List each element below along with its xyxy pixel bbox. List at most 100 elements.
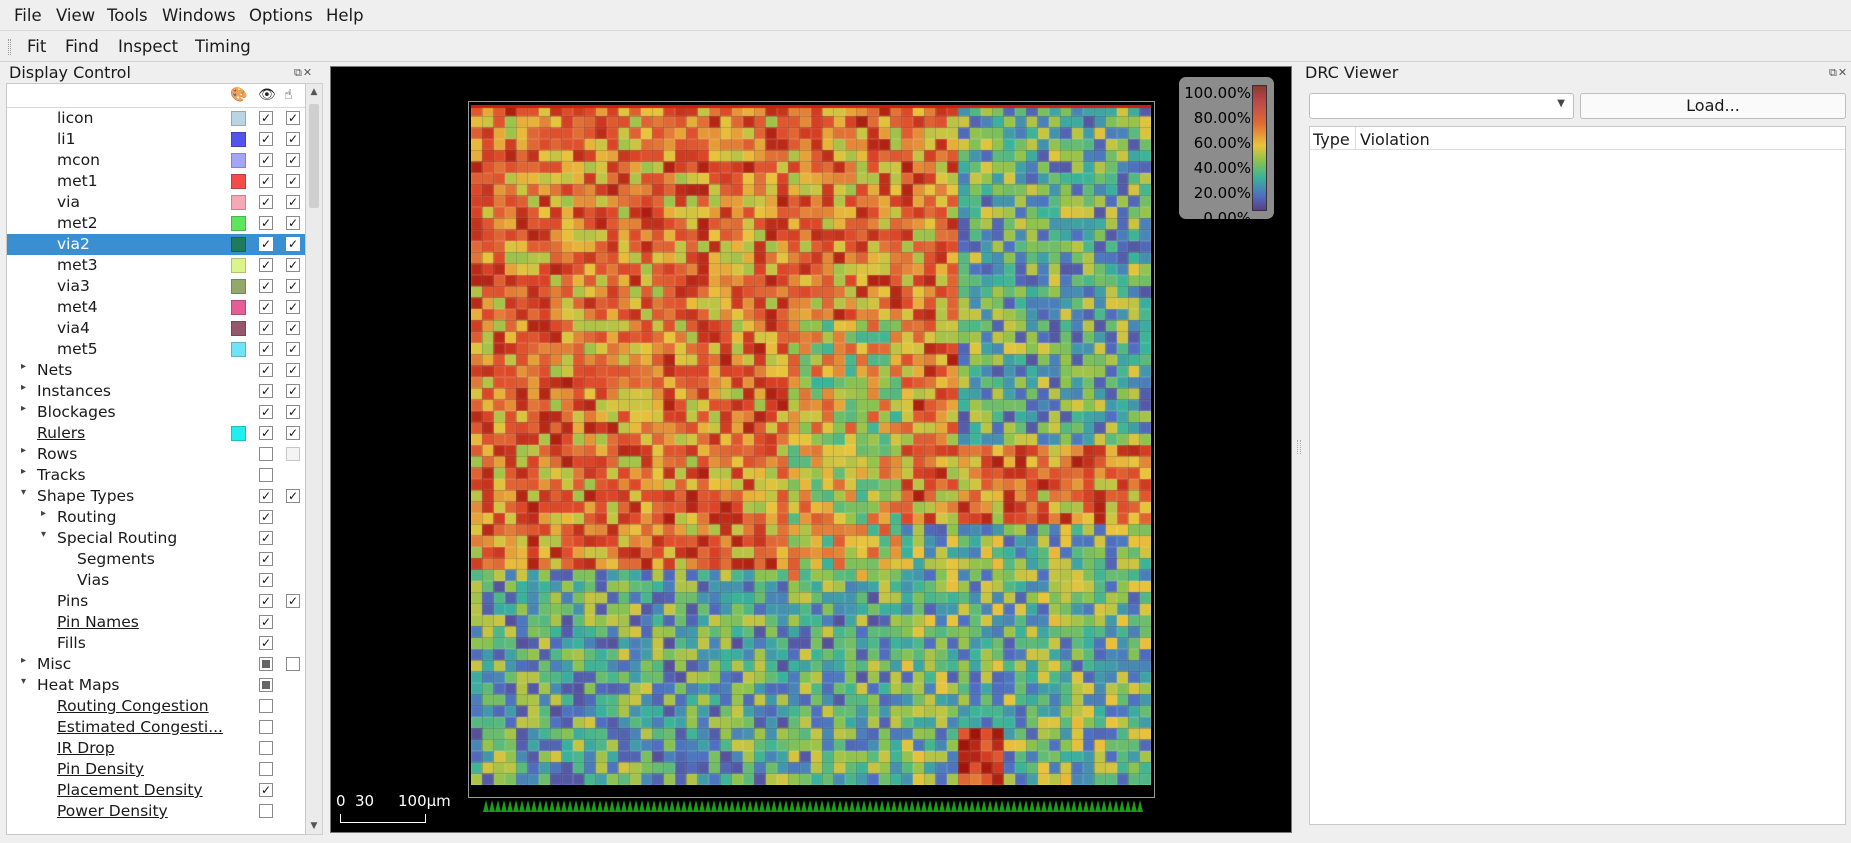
visible-checkbox[interactable] [259,447,273,461]
display-control-row[interactable]: ▸ Tracks [7,465,305,486]
display-control-row[interactable]: via ✓ ✓ [7,192,305,213]
display-control-row[interactable]: met2 ✓ ✓ [7,213,305,234]
display-control-row[interactable]: via3 ✓ ✓ [7,276,305,297]
menu-windows[interactable]: Windows [162,6,236,25]
display-control-row[interactable]: ▾ Special Routing ✓ [7,528,305,549]
display-control-row[interactable]: Power Density [7,801,305,822]
selectable-checkbox[interactable]: ✓ [286,300,300,314]
layer-color-swatch[interactable] [231,195,246,210]
display-control-row[interactable]: ▸ Nets ✓ ✓ [7,360,305,381]
menu-file[interactable]: File [14,6,42,25]
visible-checkbox[interactable]: ✓ [259,636,273,650]
visible-checkbox[interactable] [259,762,273,776]
selectable-checkbox[interactable]: ✓ [286,153,300,167]
expand-arrow-right-icon[interactable]: ▸ [21,445,26,456]
selectable-checkbox[interactable]: ✓ [286,237,300,251]
display-control-row[interactable]: met1 ✓ ✓ [7,171,305,192]
find-button[interactable]: Find [65,37,99,56]
selectable-checkbox[interactable] [286,447,300,461]
layout-viewer-canvas[interactable]: 100.00% 80.00% 60.00% 40.00% 20.00% 0.00… [330,66,1292,833]
selectable-checkbox[interactable]: ✓ [286,342,300,356]
expand-arrow-right-icon[interactable]: ▸ [21,382,26,393]
display-control-row[interactable]: ▸ Misc [7,654,305,675]
visible-checkbox[interactable]: ✓ [259,132,273,146]
expand-arrow-right-icon[interactable]: ▸ [41,508,46,519]
visible-checkbox[interactable]: ✓ [259,510,273,524]
visible-checkbox[interactable] [259,804,273,818]
column-header-violation[interactable]: Violation [1360,130,1430,149]
display-control-row[interactable]: ▸ Routing ✓ [7,507,305,528]
visible-checkbox[interactable] [259,678,273,692]
row-label[interactable]: Pin Names [57,613,139,631]
visible-checkbox[interactable] [259,699,273,713]
visible-checkbox[interactable] [259,741,273,755]
expand-arrow-right-icon[interactable]: ▸ [21,466,26,477]
drc-category-select[interactable]: ▼ [1309,93,1574,119]
toolbar-grip[interactable] [8,39,11,55]
display-control-row[interactable]: Routing Congestion [7,696,305,717]
selectable-checkbox[interactable]: ✓ [286,426,300,440]
layer-color-swatch[interactable] [231,237,246,252]
menu-tools[interactable]: Tools [107,6,148,25]
inspect-button[interactable]: Inspect [118,37,178,56]
layer-color-swatch[interactable] [231,342,246,357]
visible-checkbox[interactable] [259,720,273,734]
visible-checkbox[interactable]: ✓ [259,111,273,125]
visible-checkbox[interactable]: ✓ [259,279,273,293]
visible-checkbox[interactable] [259,468,273,482]
visible-checkbox[interactable]: ✓ [259,363,273,377]
visible-checkbox[interactable]: ✓ [259,195,273,209]
visible-checkbox[interactable]: ✓ [259,405,273,419]
drc-load-button[interactable]: Load... [1580,93,1846,119]
row-label[interactable]: Power Density [57,802,168,820]
display-control-row[interactable]: Pins ✓ ✓ [7,591,305,612]
visible-checkbox[interactable]: ✓ [259,426,273,440]
display-control-row[interactable]: met4 ✓ ✓ [7,297,305,318]
row-label[interactable]: Pin Density [57,760,144,778]
visible-checkbox[interactable]: ✓ [259,258,273,272]
display-control-row[interactable]: ▸ Instances ✓ ✓ [7,381,305,402]
display-control-row[interactable]: Fills ✓ [7,633,305,654]
selectable-checkbox[interactable]: ✓ [286,132,300,146]
scroll-down-icon[interactable]: ▼ [306,818,322,834]
display-control-scrollbar[interactable]: ▲ ▼ [306,83,323,835]
column-header-type[interactable]: Type [1313,130,1350,149]
display-control-row[interactable]: ▾ Shape Types ✓ ✓ [7,486,305,507]
expand-arrow-right-icon[interactable]: ▸ [21,403,26,414]
visible-checkbox[interactable]: ✓ [259,531,273,545]
selectable-checkbox[interactable]: ✓ [286,384,300,398]
display-control-row[interactable]: Vias ✓ [7,570,305,591]
layer-color-swatch[interactable] [231,279,246,294]
visible-checkbox[interactable]: ✓ [259,342,273,356]
selectable-checkbox[interactable] [286,657,300,671]
layer-color-swatch[interactable] [231,132,246,147]
visible-checkbox[interactable]: ✓ [259,489,273,503]
selectable-checkbox[interactable]: ✓ [286,405,300,419]
row-label[interactable]: Rulers [37,424,85,442]
display-control-row[interactable]: ▾ Heat Maps [7,675,305,696]
selectable-checkbox[interactable]: ✓ [286,321,300,335]
visible-checkbox[interactable]: ✓ [259,216,273,230]
layer-color-swatch[interactable] [231,216,246,231]
fit-button[interactable]: Fit [27,37,46,56]
menu-view[interactable]: View [56,6,95,25]
visible-checkbox[interactable]: ✓ [259,153,273,167]
selectable-checkbox[interactable]: ✓ [286,216,300,230]
selectable-checkbox[interactable]: ✓ [286,279,300,293]
row-label[interactable]: IR Drop [57,739,115,757]
visible-checkbox[interactable]: ✓ [259,615,273,629]
menu-options[interactable]: Options [249,6,313,25]
display-control-row[interactable]: via2 ✓ ✓ [7,234,305,255]
selectable-checkbox[interactable]: ✓ [286,258,300,272]
expand-arrow-right-icon[interactable]: ▸ [21,361,26,372]
display-control-row[interactable]: ▸ Rows [7,444,305,465]
display-control-row[interactable]: met3 ✓ ✓ [7,255,305,276]
layer-color-swatch[interactable] [231,174,246,189]
display-control-row[interactable]: Pin Names ✓ [7,612,305,633]
expand-arrow-down-icon[interactable]: ▾ [41,529,46,540]
display-control-row[interactable]: Placement Density ✓ [7,780,305,801]
row-label[interactable]: Estimated Congesti... [57,718,223,736]
timing-button[interactable]: Timing [195,37,251,56]
display-control-row[interactable]: met5 ✓ ✓ [7,339,305,360]
visible-checkbox[interactable]: ✓ [259,384,273,398]
